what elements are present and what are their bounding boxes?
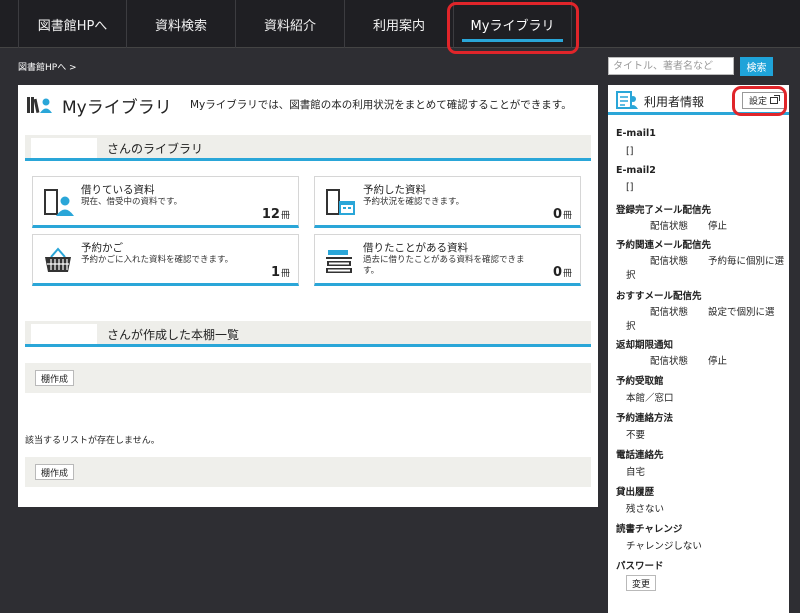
- contact-value: 不要: [626, 430, 646, 441]
- card-count: 12冊: [262, 207, 290, 222]
- count-unit: 冊: [280, 211, 290, 221]
- nav-label: 図書館HPへ: [37, 18, 108, 34]
- count-value: 0: [552, 265, 562, 280]
- user-info-header: 利用者情報 設定: [608, 85, 789, 115]
- shelf-section-header: さんが作成した本棚一覧: [25, 321, 591, 347]
- count-unit: 冊: [562, 269, 572, 279]
- top-navigation: 図書館HPへ 資料検索 資料紹介 利用案内 Myライブラリ: [0, 0, 800, 48]
- notif3-label: おすすメール配信先: [616, 291, 702, 302]
- nav-label: 利用案内: [372, 18, 425, 34]
- user-name-box: [31, 324, 97, 344]
- status-value: 停止: [708, 221, 728, 232]
- nav-label: 資料検索: [154, 18, 207, 34]
- notif4-status: 配信状態 停止: [650, 353, 727, 367]
- card-title: 借りている資料: [81, 184, 155, 196]
- count-value: 0: [552, 207, 562, 222]
- shelf-toolbar-bottom: 棚作成: [25, 457, 591, 487]
- nav-label: 資料紹介: [263, 18, 316, 34]
- card-borrowed[interactable]: 借りている資料 現在、借受中の資料です。 12冊: [32, 176, 299, 228]
- card-title: 借りたことがある資料: [363, 242, 468, 254]
- empty-list-message: 該当するリストが存在しません。: [25, 436, 160, 446]
- change-password-button[interactable]: 変更: [626, 575, 657, 591]
- notif3-status: 配信状態 設定で個別に選: [650, 304, 775, 318]
- card-reserved[interactable]: 予約した資料 予約状況を確認できます。 0冊: [314, 176, 581, 228]
- nav-item-guide[interactable]: 利用案内: [345, 0, 454, 48]
- card-reserve-basket[interactable]: 予約かご 予約かごに入れた資料を確認できます。 1冊: [32, 234, 299, 286]
- create-shelf-button[interactable]: 棚作成: [35, 464, 75, 480]
- email1-value: []: [626, 146, 634, 157]
- status-value: 停止: [708, 356, 728, 367]
- panel-header: Myライブラリ Myライブラリでは、図書館の本の利用状況をまとめて確認することが…: [18, 85, 598, 125]
- card-title: 予約した資料: [363, 184, 426, 196]
- basket-icon: [45, 247, 71, 272]
- shelf-toolbar-top: 棚作成: [25, 363, 591, 393]
- notif3-status-wrap: 択: [626, 321, 636, 332]
- notif2-label: 予約関連メール配信先: [616, 240, 712, 251]
- history-label: 貸出履歴: [616, 487, 655, 498]
- history-value: 残さない: [626, 504, 665, 515]
- card-description: 予約かごに入れた資料を確認できます。: [81, 255, 234, 265]
- user-card-icon: [616, 91, 638, 109]
- email1-label: E-mail1: [616, 128, 656, 139]
- email2-label: E-mail2: [616, 165, 656, 176]
- pickup-value: 本館／窓口: [626, 393, 674, 404]
- status-key: 配信状態: [650, 221, 689, 232]
- settings-label: 設定: [748, 97, 767, 107]
- shelf-section-label: さんが作成した本棚一覧: [107, 328, 240, 342]
- notif2-status-wrap: 択: [626, 270, 636, 281]
- card-count: 0冊: [553, 207, 572, 222]
- phone-value: 自宅: [626, 467, 646, 478]
- phone-label: 電話連絡先: [616, 450, 664, 461]
- library-section-label: さんのライブラリ: [107, 142, 204, 156]
- count-unit: 冊: [280, 269, 290, 279]
- breadcrumb[interactable]: 図書館HPへ >: [18, 60, 77, 73]
- book-user-icon: [44, 189, 74, 216]
- my-library-panel: Myライブラリ Myライブラリでは、図書館の本の利用状況をまとめて確認することが…: [18, 85, 598, 507]
- pickup-label: 予約受取館: [616, 376, 664, 387]
- books-user-icon: [27, 97, 52, 114]
- contact-label: 予約連絡方法: [616, 413, 674, 424]
- page-title: Myライブラリ: [62, 98, 172, 118]
- card-description: 現在、借受中の資料です。: [81, 197, 183, 207]
- book-calendar-icon: [326, 189, 355, 215]
- notif1-label: 登録完了メール配信先: [616, 205, 712, 216]
- nav-item-introduction[interactable]: 資料紹介: [236, 0, 345, 48]
- status-key: 配信状態: [650, 307, 689, 318]
- library-section-header: さんのライブラリ: [25, 135, 591, 161]
- challenge-label: 読書チャレンジ: [616, 524, 683, 535]
- nav-item-my-library[interactable]: Myライブラリ: [454, 0, 572, 48]
- nav-item-search[interactable]: 資料検索: [127, 0, 236, 48]
- email2-value: []: [626, 182, 634, 193]
- notif2-status: 配信状態 予約毎に個別に選: [650, 253, 784, 267]
- user-info-panel: 利用者情報 設定 E-mail1 [] E-mail2 [] 登録完了メール配信…: [608, 85, 789, 613]
- user-info-title: 利用者情報: [644, 95, 705, 109]
- count-unit: 冊: [562, 211, 572, 221]
- card-count: 1冊: [271, 265, 290, 280]
- user-name-box: [31, 138, 97, 158]
- status-value: 設定で個別に選: [708, 307, 775, 318]
- card-description: 過去に借りたことがある資料を確認できます。: [363, 255, 525, 276]
- nav-item-library-hp[interactable]: 図書館HPへ: [18, 0, 127, 48]
- card-title: 予約かご: [81, 242, 123, 254]
- challenge-value: チャレンジしない: [626, 541, 702, 552]
- settings-button[interactable]: 設定: [742, 92, 785, 109]
- page-description: Myライブラリでは、図書館の本の利用状況をまとめて確認することができます。: [190, 99, 572, 111]
- nav-label: Myライブラリ: [470, 18, 555, 34]
- status-key: 配信状態: [650, 256, 689, 267]
- create-shelf-button[interactable]: 棚作成: [35, 370, 75, 386]
- card-description: 予約状況を確認できます。: [363, 197, 465, 207]
- card-count: 0冊: [553, 265, 572, 280]
- search-button[interactable]: 検索: [740, 57, 773, 76]
- status-value: 予約毎に個別に選: [708, 256, 785, 267]
- card-borrow-history[interactable]: 借りたことがある資料 過去に借りたことがある資料を確認できます。 0冊: [314, 234, 581, 286]
- password-label: パスワード: [616, 561, 664, 572]
- stacked-books-icon: [326, 250, 352, 273]
- count-value: 12: [261, 207, 280, 222]
- notif1-status: 配信状態 停止: [650, 218, 727, 232]
- status-key: 配信状態: [650, 356, 689, 367]
- search-input[interactable]: [608, 57, 734, 75]
- count-value: 1: [270, 265, 280, 280]
- notif4-label: 返却期限通知: [616, 340, 674, 351]
- external-window-icon: [770, 95, 780, 104]
